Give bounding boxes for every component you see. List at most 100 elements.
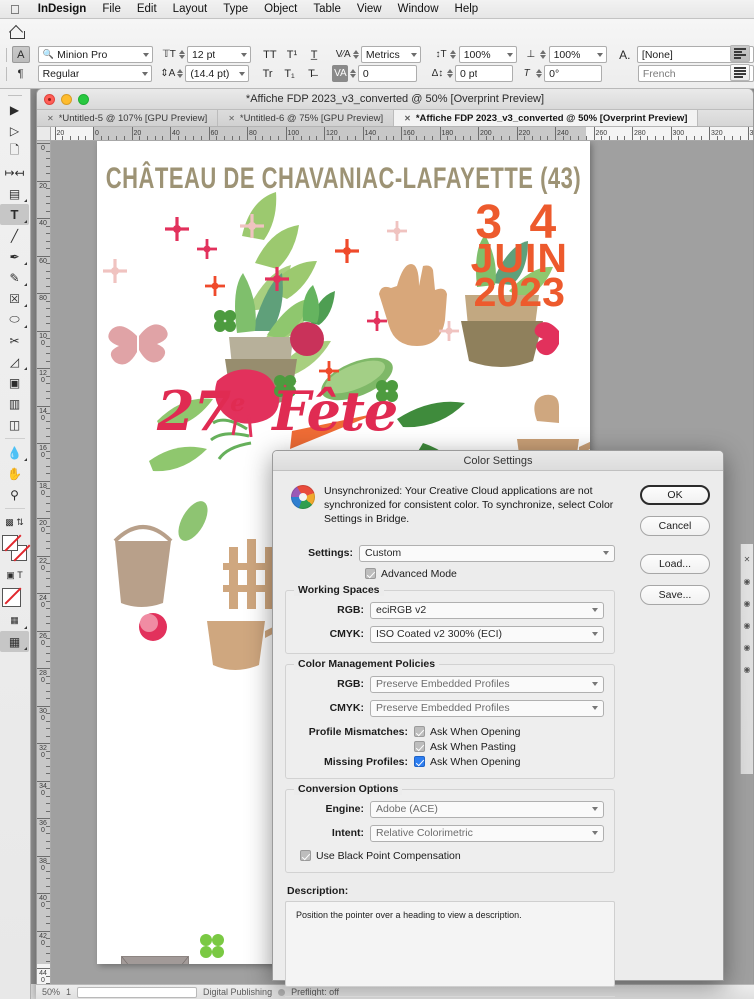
strikethrough-button[interactable]: T̶	[302, 65, 320, 82]
kerning-stepper[interactable]	[351, 47, 360, 63]
font-size-stepper[interactable]	[177, 47, 186, 63]
paragraph-formatting-button[interactable]: ¶	[12, 65, 30, 82]
kerning-input[interactable]: Metrics	[360, 46, 421, 63]
subscript-button[interactable]: T₁	[281, 65, 299, 82]
formatting-affects-container-button[interactable]: ▣ T	[0, 565, 29, 586]
panel-close-icon[interactable]: ✕	[741, 548, 753, 570]
ask-when-opening-2-row[interactable]: Ask When Opening	[414, 756, 520, 768]
menu-item-window[interactable]: Window	[390, 3, 447, 15]
horizontal-scale-input[interactable]: 100%	[458, 46, 517, 63]
close-tab-icon[interactable]: ✕	[47, 114, 54, 123]
cancel-button[interactable]: Cancel	[640, 516, 710, 536]
tracking-stepper[interactable]	[348, 66, 356, 82]
justify-button[interactable]	[730, 64, 750, 81]
menu-item-edit[interactable]: Edit	[129, 3, 165, 15]
note-tool[interactable]: ◫	[0, 414, 29, 435]
pen-tool[interactable]: ✒	[0, 246, 29, 267]
vertical-ruler[interactable]: 0 20 40 60 80 100 120 140 160 180 200 220 240 260 280 3…	[37, 141, 51, 998]
black-point-compensation-row[interactable]: Use Black Point Compensation	[300, 850, 604, 862]
fill-stroke-swatches[interactable]	[0, 535, 29, 565]
page-navigator[interactable]: 1	[66, 987, 71, 997]
apply-none-icon[interactable]	[2, 588, 21, 607]
minimize-window-button[interactable]	[61, 93, 72, 105]
gap-tool[interactable]: ↦↤	[0, 162, 29, 183]
panel-icon-3[interactable]: ◉	[741, 614, 753, 636]
leading-input[interactable]: (14.4 pt)	[185, 65, 249, 82]
working-spaces-rgb-select[interactable]: eciRGB v2	[370, 601, 604, 619]
fill-stroke-toggle[interactable]: ▩ ⇅	[0, 512, 29, 533]
content-collector-tool[interactable]: ▤	[0, 183, 29, 204]
panel-icon-2[interactable]: ◉	[741, 592, 753, 614]
baseline-shift-stepper[interactable]	[445, 66, 453, 82]
vertical-scale-input[interactable]: 100%	[548, 46, 607, 63]
vertical-scale-stepper[interactable]	[539, 47, 548, 63]
page-select-input[interactable]	[77, 986, 198, 998]
menu-item-file[interactable]: File	[94, 3, 129, 15]
ask-when-opening-1-row[interactable]: Ask When Opening	[414, 726, 520, 738]
apple-logo-icon[interactable]: 	[8, 3, 30, 16]
hand-tool[interactable]: ✋	[0, 463, 29, 484]
black-point-compensation-checkbox[interactable]	[300, 850, 311, 862]
tracking-input[interactable]: 0	[357, 65, 418, 82]
font-size-input[interactable]: 12 pt	[186, 46, 251, 63]
small-caps-button[interactable]: Tr	[259, 65, 277, 82]
ellipse-tool[interactable]: ⬭	[0, 309, 29, 330]
ask-when-opening-mismatch-checkbox[interactable]	[414, 726, 425, 738]
document-tab-untitled-6[interactable]: ✕ *Untitled-6 @ 75% [GPU Preview]	[218, 110, 395, 126]
close-tab-icon[interactable]: ✕	[404, 114, 411, 123]
menu-item-indesign[interactable]: InDesign	[30, 3, 95, 15]
character-formatting-button[interactable]: A	[11, 46, 30, 63]
ok-button[interactable]: OK	[640, 485, 710, 505]
menu-item-table[interactable]: Table	[305, 3, 349, 15]
menu-item-type[interactable]: Type	[215, 3, 256, 15]
maximize-window-button[interactable]	[78, 93, 89, 105]
pencil-tool[interactable]: ✎	[0, 267, 29, 288]
ruler-origin-corner[interactable]	[37, 127, 51, 140]
ask-when-pasting-group[interactable]: Ask When Pasting	[414, 741, 516, 753]
zoom-tool[interactable]: ⚲	[0, 484, 29, 505]
align-left-button[interactable]	[730, 45, 750, 62]
image-placeholder-frame-1[interactable]	[121, 956, 189, 964]
document-tab-untitled-5[interactable]: ✕ *Untitled-5 @ 107% [GPU Preview]	[37, 110, 219, 126]
settings-select[interactable]: Custom	[359, 544, 615, 562]
policies-cmyk-select[interactable]: Preserve Embedded Profiles	[370, 699, 604, 717]
working-spaces-cmyk-select[interactable]: ISO Coated v2 300% (ECI)	[370, 625, 604, 643]
menu-item-layout[interactable]: Layout	[165, 3, 216, 15]
eyedropper-tool[interactable]: 💧	[0, 442, 29, 463]
selection-tool[interactable]: ▶	[0, 99, 29, 120]
type-tool[interactable]: T	[0, 204, 29, 225]
menu-item-object[interactable]: Object	[256, 3, 305, 15]
font-family-input[interactable]: 🔍 Minion Pro	[37, 46, 154, 63]
scissors-tool[interactable]: ✂	[0, 330, 29, 351]
advanced-mode-checkbox[interactable]	[365, 568, 376, 580]
policies-rgb-select[interactable]: Preserve Embedded Profiles	[370, 675, 604, 693]
load-button[interactable]: Load...	[640, 554, 710, 574]
intent-select[interactable]: Relative Colorimetric	[370, 824, 604, 842]
zoom-level[interactable]: 50%	[42, 987, 60, 997]
all-caps-button[interactable]: TT	[261, 46, 279, 63]
ask-when-pasting-checkbox[interactable]	[414, 741, 425, 753]
menu-item-view[interactable]: View	[349, 3, 390, 15]
free-transform-tool[interactable]: ◿	[0, 351, 29, 372]
normal-view-mode-button[interactable]: ▦	[0, 610, 29, 631]
screen-mode-button[interactable]: ▦	[0, 631, 29, 652]
gradient-swatch-tool[interactable]: ▣	[0, 372, 29, 393]
document-tab-affiche-fdp[interactable]: ✕ *Affiche FDP 2023_v3_converted @ 50% […	[394, 110, 699, 126]
panel-icon-4[interactable]: ◉	[741, 636, 753, 658]
panel-icon-1[interactable]: ◉	[741, 570, 753, 592]
toolbox-grip[interactable]	[0, 91, 30, 99]
horizontal-ruler[interactable]: 20 0 20 40 60 80 100 120 140 160 180 200 220 240 260 28…	[37, 127, 753, 141]
menu-item-help[interactable]: Help	[447, 3, 487, 15]
horizontal-scale-stepper[interactable]	[449, 47, 458, 63]
leading-stepper[interactable]	[176, 66, 184, 82]
apply-color-group[interactable]	[0, 588, 29, 610]
workspace-label[interactable]: Digital Publishing	[203, 987, 272, 997]
close-window-button[interactable]	[44, 93, 55, 105]
fill-swatch-none-icon[interactable]	[2, 535, 18, 551]
baseline-shift-input[interactable]: 0 pt	[454, 65, 513, 82]
close-tab-icon[interactable]: ✕	[228, 114, 235, 123]
skew-stepper[interactable]	[535, 66, 543, 82]
gradient-feather-tool[interactable]: ▥	[0, 393, 29, 414]
superscript-button[interactable]: T¹	[283, 46, 301, 63]
advanced-mode-row[interactable]: Advanced Mode	[365, 568, 615, 580]
